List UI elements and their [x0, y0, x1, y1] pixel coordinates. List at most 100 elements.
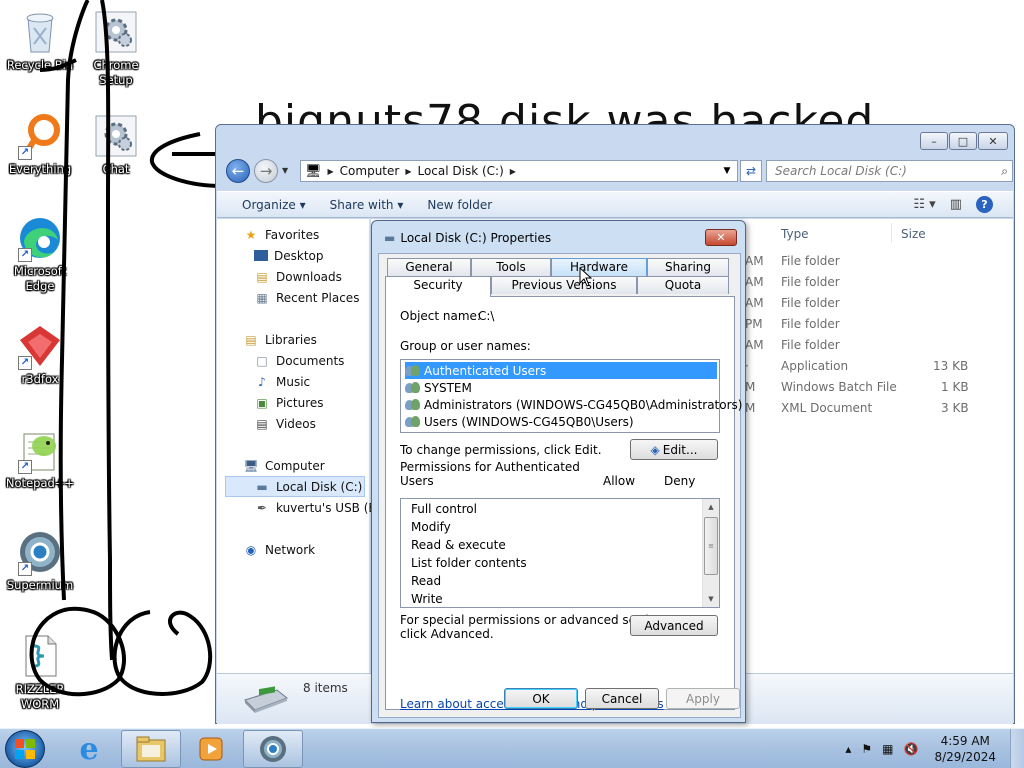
list-item[interactable]: Users (WINDOWS-CG45QB0\Users) [405, 413, 634, 430]
refresh-button[interactable]: ⇄ [740, 160, 762, 182]
clock[interactable]: 4:59 AM 8/29/2024 [934, 733, 996, 765]
show-desktop-button[interactable] [1010, 729, 1024, 768]
permissions-for-label: Permissions for Authenticated [400, 460, 580, 474]
shortcut-arrow-icon: ↗ [18, 460, 32, 474]
tab-previous-versions[interactable]: Previous Versions [491, 276, 637, 294]
nav-computer[interactable]: 🖥 Computer [243, 455, 324, 476]
back-button[interactable]: ← [226, 159, 250, 183]
tab-security[interactable]: Security [385, 276, 491, 297]
close-button[interactable]: ✕ [978, 132, 1008, 150]
desktop-icon-everything[interactable]: ↗ Everything [0, 112, 80, 177]
taskbar-supermium[interactable] [243, 730, 303, 768]
address-bar[interactable]: 🖥 ▶ Computer ▶ Local Disk (C:) ▶ ▼ [300, 160, 738, 182]
ok-button[interactable]: OK [504, 688, 578, 709]
action-center-flag-icon[interactable]: ⚑ [861, 742, 872, 756]
tab-general[interactable]: General [387, 258, 471, 276]
taskbar-media-player[interactable] [182, 730, 240, 768]
nav-favorites[interactable]: ★ Favorites [243, 224, 320, 245]
tab-quota[interactable]: Quota [637, 276, 729, 294]
breadcrumb-arrow-icon[interactable]: ▶ [510, 167, 516, 176]
scroll-down-icon[interactable]: ▼ [703, 591, 719, 607]
drive-icon: ▬ [256, 479, 268, 494]
navigation-pane: ★ Favorites Desktop ▤ Downloads ▦ Recent Pl… [217, 219, 385, 673]
address-row: ← → ▼ 🖥 ▶ Computer ▶ Local Disk (C:) ▶ ▼… [224, 157, 1013, 185]
preview-pane-icon[interactable]: ▥ [950, 197, 962, 212]
desktop-icon-recycle-bin[interactable]: Recycle Bin [0, 8, 80, 73]
computer-icon: 🖥 [243, 458, 259, 473]
group-label: Group or user names: [400, 339, 531, 353]
permission-row: Full control [411, 502, 477, 516]
nav-network[interactable]: ◉ Network [243, 539, 315, 560]
mouse-cursor-icon [579, 267, 593, 287]
column-header-type[interactable]: Type [781, 227, 809, 241]
scroll-thumb[interactable]: ≡ [704, 517, 718, 575]
desktop-icon-rizzler-worm[interactable]: RIZZLER WORM [0, 632, 80, 712]
search-icon[interactable]: ⌕ [1001, 164, 1008, 179]
edit-button[interactable]: ◈ Edit... [630, 439, 718, 460]
change-view-icon[interactable]: ☷ ▾ [913, 197, 935, 212]
everything-icon: ↗ [16, 112, 64, 160]
tab-hardware[interactable]: Hardware [551, 258, 647, 276]
nav-usb-drive[interactable]: ✒ kuvertu's USB (E:) [254, 497, 385, 518]
nav-desktop[interactable]: Desktop [254, 245, 324, 266]
network-icon: ◉ [245, 542, 257, 557]
address-dropdown-icon[interactable]: ▼ [719, 161, 735, 181]
dialog-close-button[interactable]: ✕ [705, 229, 737, 246]
recycle-bin-icon [16, 8, 64, 56]
nav-music[interactable]: ♪ Music [254, 371, 310, 392]
permission-row: List folder contents [411, 556, 527, 570]
desktop-icon-chrome-setup[interactable]: Chrome Setup [76, 8, 156, 88]
history-dropdown-icon[interactable]: ▼ [282, 166, 288, 175]
list-item[interactable]: SYSTEM [405, 379, 472, 396]
list-item[interactable]: Authenticated Users [405, 362, 717, 379]
shortcut-arrow-icon: ↗ [18, 562, 32, 576]
desktop-icon-label: Recycle Bin [6, 58, 74, 72]
volume-muted-icon[interactable]: 🔇 [904, 742, 919, 756]
desktop-icon-edge[interactable]: ↗ Microsoft Edge [0, 214, 80, 294]
organize-button[interactable]: Organize ▾ [242, 198, 306, 212]
permissions-scrollbar[interactable]: ▲ ≡ ▼ [702, 499, 719, 607]
breadcrumb-computer[interactable]: Computer [340, 164, 400, 178]
list-item[interactable]: Administrators (WINDOWS-CG45QB0\Administ… [405, 396, 742, 413]
breadcrumb-arrow-icon[interactable]: ▶ [328, 167, 334, 176]
nav-recent-places[interactable]: ▦ Recent Places [254, 287, 359, 308]
show-hidden-icons-icon[interactable]: ▴ [845, 742, 851, 756]
nav-downloads[interactable]: ▤ Downloads [254, 266, 342, 287]
cancel-button[interactable]: Cancel [585, 688, 659, 709]
nav-local-disk[interactable]: ▬ Local Disk (C:) [225, 476, 365, 497]
apply-button[interactable]: Apply [666, 688, 740, 709]
windows-logo-icon [15, 739, 35, 759]
desktop-icon-notepad-plus-plus[interactable]: ↗ Notepad++ [0, 426, 80, 491]
advanced-button[interactable]: Advanced [630, 615, 718, 636]
tab-sharing[interactable]: Sharing [647, 258, 729, 276]
new-folder-button[interactable]: New folder [427, 198, 492, 212]
users-icon [405, 398, 421, 411]
breadcrumb-local-disk[interactable]: Local Disk (C:) [417, 164, 503, 178]
column-header-size[interactable]: Size [901, 227, 926, 241]
start-button[interactable] [5, 730, 45, 768]
script-file-icon [16, 632, 64, 680]
scroll-up-icon[interactable]: ▲ [703, 499, 719, 515]
help-icon[interactable]: ? [976, 196, 993, 213]
search-input[interactable]: Search Local Disk (C:) ⌕ [766, 160, 1013, 182]
desktop-icon-label: RIZZLER WORM [15, 682, 65, 711]
taskbar-internet-explorer[interactable]: e [60, 730, 118, 768]
allow-header: Allow [603, 474, 636, 488]
desktop-icon-r3dfox[interactable]: ↗ r3dfox [0, 322, 80, 387]
maximize-button[interactable]: □ [949, 132, 977, 150]
forward-button[interactable]: → [254, 159, 278, 183]
nav-documents[interactable]: □ Documents [254, 350, 344, 371]
tab-tools[interactable]: Tools [471, 258, 551, 276]
desktop-icon-chat[interactable]: Chat [76, 112, 156, 177]
nav-pictures[interactable]: ▣ Pictures [254, 392, 323, 413]
nav-videos[interactable]: ▤ Videos [254, 413, 316, 434]
taskbar-explorer[interactable] [121, 730, 181, 768]
share-with-button[interactable]: Share with ▾ [330, 198, 404, 212]
permission-row: Read & execute [411, 538, 506, 552]
network-status-icon[interactable]: ▦ [882, 742, 893, 756]
desktop-icon-supermium[interactable]: ↗ Supermium [0, 528, 80, 593]
minimize-button[interactable]: – [920, 132, 948, 150]
shortcut-arrow-icon: ↗ [18, 356, 32, 370]
breadcrumb-arrow-icon[interactable]: ▶ [405, 167, 411, 176]
nav-libraries[interactable]: ▤ Libraries [243, 329, 317, 350]
